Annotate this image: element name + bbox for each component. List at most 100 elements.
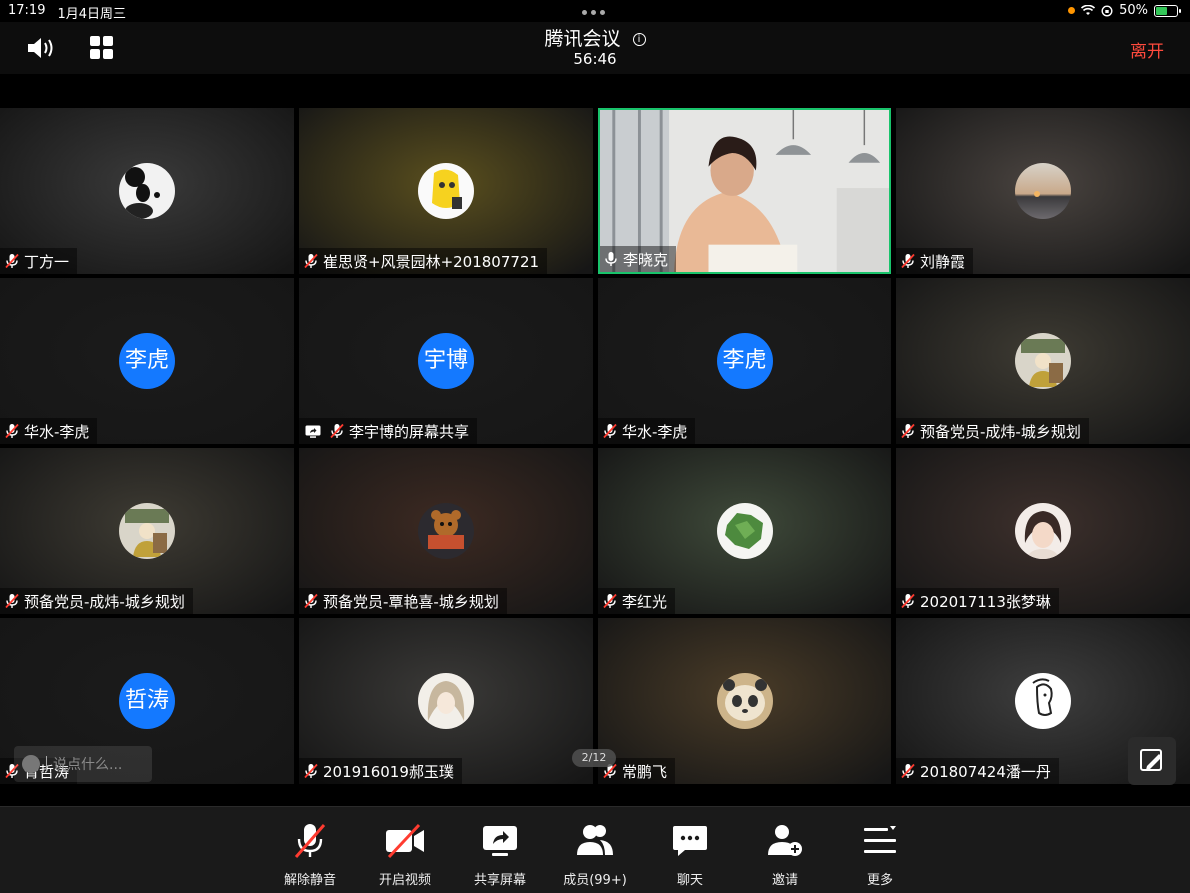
- mic-muted-icon: [901, 593, 915, 609]
- chat-input[interactable]: 说点什么...: [14, 746, 152, 782]
- multitask-handle[interactable]: [582, 10, 605, 15]
- status-date: 1月4日周三: [57, 7, 127, 22]
- participant-label: 李宇博的屏幕共享: [299, 418, 478, 444]
- text-cursor: [46, 756, 47, 772]
- leave-button[interactable]: 离开: [1130, 37, 1164, 62]
- mic-muted-icon: [294, 824, 326, 858]
- participant-avatar: 宇博: [418, 333, 474, 389]
- participant-label: 预备党员-成炜-城乡规划: [896, 418, 1089, 444]
- participant-tile[interactable]: 201916019郝玉璞: [299, 618, 593, 784]
- info-icon[interactable]: i: [632, 33, 646, 46]
- mic-indicator-icon: [1068, 7, 1076, 14]
- participant-tile[interactable]: 宇博李宇博的屏幕共享: [299, 278, 593, 444]
- participant-tile[interactable]: 李晓克: [598, 108, 891, 274]
- mic-muted-icon: [304, 253, 318, 269]
- share-screen-icon: [483, 826, 517, 856]
- mic-muted-icon: [304, 763, 318, 779]
- participant-name: 预备党员-成炜-城乡规划: [920, 422, 1081, 441]
- participant-avatar: [1015, 673, 1071, 729]
- participant-avatar: [418, 673, 474, 729]
- add-person-icon: [768, 825, 802, 856]
- participant-tile[interactable]: 预备党员-覃艳喜-城乡规划: [299, 448, 593, 614]
- participant-tile[interactable]: 常鹏飞: [598, 618, 891, 784]
- participant-avatar: 李虎: [716, 333, 773, 389]
- mic-muted-icon: [330, 423, 344, 439]
- participant-label: 预备党员-成炜-城乡规划: [0, 588, 193, 614]
- mic-muted-icon: [901, 763, 915, 779]
- participant-name: 李宇博的屏幕共享: [349, 422, 470, 441]
- share-screen-button[interactable]: 共享屏幕: [458, 821, 542, 888]
- mic-muted-icon: [5, 423, 19, 439]
- participant-tile[interactable]: 李红光: [598, 448, 891, 614]
- participant-label: 201807424潘一丹: [896, 758, 1059, 784]
- invite-button[interactable]: 邀请: [743, 821, 827, 888]
- participant-label: 202017113张梦琳: [896, 588, 1059, 614]
- members-icon: [577, 825, 613, 855]
- chat-placeholder: 说点什么...: [53, 757, 123, 773]
- participant-avatar: [1015, 503, 1071, 559]
- participant-tile[interactable]: 崔思贤+风景园林+201807721: [299, 108, 593, 274]
- page-indicator: 2/12: [572, 749, 616, 767]
- mic-muted-icon: [901, 253, 915, 269]
- mic-muted-icon: [304, 593, 318, 609]
- participant-name: 丁方一: [24, 252, 70, 271]
- participant-name: 202017113张梦琳: [920, 592, 1051, 611]
- participant-avatar: [716, 503, 773, 559]
- participant-avatar: 哲涛: [119, 673, 175, 729]
- meeting-title[interactable]: 腾讯会议 i: [0, 24, 1190, 51]
- participant-tile[interactable]: 李虎华水-李虎: [598, 278, 891, 444]
- participant-tile[interactable]: 预备党员-成炜-城乡规划: [0, 448, 294, 614]
- participant-name: 李红光: [622, 592, 668, 611]
- participant-label: 预备党员-覃艳喜-城乡规划: [299, 588, 507, 614]
- participant-tile[interactable]: 李虎华水-李虎: [0, 278, 294, 444]
- more-button[interactable]: 更多: [838, 821, 922, 888]
- participant-avatar: 李虎: [119, 333, 175, 389]
- participant-name: 李晓克: [623, 250, 669, 269]
- meeting-header: 腾讯会议 i 56:46 离开: [0, 22, 1190, 74]
- battery-icon: [1154, 4, 1181, 17]
- chat-icon: [673, 826, 707, 856]
- mic-muted-icon: [603, 593, 617, 609]
- members-button[interactable]: 成员(99+): [553, 821, 637, 888]
- emoji-icon[interactable]: [22, 755, 40, 773]
- status-bar: 17:19 1月4日周三 50%: [0, 0, 1190, 22]
- mic-muted-icon: [5, 593, 19, 609]
- battery-percent: 50%: [1119, 3, 1148, 18]
- participant-name: 201916019郝玉璞: [323, 762, 454, 781]
- wifi-icon: [1081, 5, 1096, 15]
- participant-name: 刘静霞: [920, 252, 966, 271]
- participant-name: 崔思贤+风景园林+201807721: [323, 252, 540, 271]
- participant-name: 华水-李虎: [622, 422, 688, 441]
- participant-label: 华水-李虎: [0, 418, 98, 444]
- participant-tile[interactable]: 刘静霞: [896, 108, 1190, 274]
- edit-icon: [1140, 749, 1162, 771]
- participant-avatar: [418, 503, 474, 559]
- participant-avatar: [1015, 163, 1071, 219]
- annotate-button[interactable]: [1128, 737, 1176, 785]
- unmute-button[interactable]: 解除静音: [268, 821, 352, 888]
- participant-tile[interactable]: 预备党员-成炜-城乡规划: [896, 278, 1190, 444]
- orientation-lock-icon: [1101, 4, 1113, 17]
- participant-tile[interactable]: 202017113张梦琳: [896, 448, 1190, 614]
- mic-muted-icon: [901, 423, 915, 439]
- participant-label: 李晓克: [600, 246, 677, 272]
- participant-tile[interactable]: 丁方一: [0, 108, 294, 274]
- chat-button[interactable]: 聊天: [648, 821, 732, 888]
- mic-muted-icon: [603, 423, 617, 439]
- participant-label: 丁方一: [0, 248, 78, 274]
- participant-label: 刘静霞: [896, 248, 974, 274]
- start-video-button[interactable]: 开启视频: [363, 821, 447, 888]
- participant-label: 李红光: [598, 588, 676, 614]
- participant-avatar: [119, 503, 175, 559]
- status-time: 17:19: [8, 3, 46, 18]
- camera-off-icon: [386, 823, 424, 859]
- participant-name: 常鹏飞: [622, 762, 668, 781]
- screen-share-icon: [305, 425, 321, 438]
- participant-name: 华水-李虎: [24, 422, 90, 441]
- participant-name: 201807424潘一丹: [920, 762, 1051, 781]
- meeting-timer: 56:46: [573, 50, 617, 68]
- more-menu-icon: [864, 826, 896, 853]
- video-grid: 丁方一 崔思贤+风景园林+201807721 李晓克 刘静霞 李虎 华水-李虎 宇博 李宇博的…: [0, 108, 1190, 784]
- participant-label: 崔思贤+风景园林+201807721: [299, 248, 548, 274]
- participant-avatar: [716, 673, 773, 729]
